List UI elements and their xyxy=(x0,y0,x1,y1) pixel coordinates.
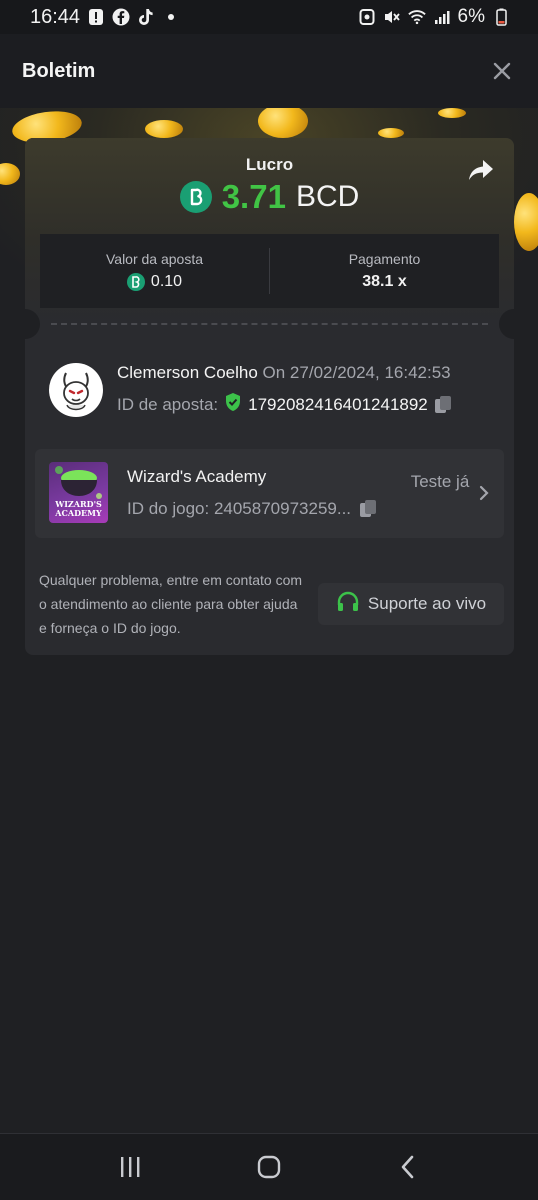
avatar[interactable] xyxy=(49,363,103,417)
copy-icon[interactable] xyxy=(434,395,452,415)
bet-date: On 27/02/2024, 16:42:53 xyxy=(262,363,451,382)
bcd-coin-icon xyxy=(179,181,212,213)
chevron-right-icon[interactable] xyxy=(478,483,490,503)
profit-value: 3.71 xyxy=(221,178,286,215)
username[interactable]: Clemerson Coelho xyxy=(117,363,258,382)
copy-icon[interactable] xyxy=(359,499,377,519)
stake-label: Valor da aposta xyxy=(105,251,204,267)
profit-label: Lucro xyxy=(245,155,294,174)
game-row[interactable]: WIZARD'S ACADEMY Wizard's Academy ID do … xyxy=(35,449,504,538)
home-icon[interactable] xyxy=(249,1147,289,1187)
stake-stat: Valor da aposta 0.10 xyxy=(40,234,269,308)
stake-value-row: 0.10 xyxy=(126,273,183,291)
bet-id-label: ID de aposta: xyxy=(117,394,219,414)
game-id-line: ID do jogo: 2405870973259... xyxy=(127,499,377,519)
coin-decoration xyxy=(378,128,404,138)
share-icon[interactable] xyxy=(468,158,494,182)
try-now-button[interactable]: Teste já xyxy=(410,471,470,492)
back-icon[interactable] xyxy=(388,1147,428,1187)
screenshot-icon xyxy=(358,8,376,26)
battery-icon xyxy=(492,8,510,26)
headset-icon xyxy=(336,591,360,618)
coin-decoration xyxy=(145,120,183,138)
status-time: 16:44 xyxy=(30,5,81,28)
payout-value: 38.1 x xyxy=(362,273,407,290)
bet-slip-card: Lucro 3.71 BCD Valor da aposta 0.10 Paga… xyxy=(25,138,514,655)
recent-apps-icon[interactable] xyxy=(110,1147,150,1187)
support-label: Suporte ao vivo xyxy=(367,594,487,613)
modal-title: Boletim xyxy=(22,59,96,82)
dot-icon xyxy=(162,8,180,26)
user-row: Clemerson Coelho On 27/02/2024, 16:42:53… xyxy=(49,363,452,417)
payout-label: Pagamento xyxy=(348,251,421,267)
alert-icon xyxy=(87,8,105,26)
wifi-icon xyxy=(407,8,426,26)
bcd-coin-icon xyxy=(126,273,145,291)
help-text: Qualquer problema, entre em contato com … xyxy=(39,572,303,636)
mute-icon xyxy=(383,8,401,26)
game-name: Wizard's Academy xyxy=(127,467,267,486)
verified-shield-icon xyxy=(224,392,242,417)
coin-decoration xyxy=(0,163,20,185)
facebook-icon xyxy=(112,8,130,26)
coin-decoration xyxy=(514,193,538,251)
user-line: Clemerson Coelho On 27/02/2024, 16:42:53 xyxy=(117,363,452,383)
game-thumb-text: WIZARD'S ACADEMY xyxy=(55,499,102,518)
profit-row: 3.71 BCD xyxy=(25,178,514,216)
game-id: ID do jogo: 2405870973259... xyxy=(127,499,352,518)
bunny-avatar-icon xyxy=(63,372,89,411)
bet-stats: Valor da aposta 0.10 Pagamento 38.1 x xyxy=(40,234,499,308)
user-info: Clemerson Coelho On 27/02/2024, 16:42:53… xyxy=(117,363,452,417)
profit-section: Lucro 3.71 BCD Valor da aposta 0.10 Paga… xyxy=(25,138,514,323)
coin-decoration xyxy=(438,108,466,118)
status-bar-right: 6% xyxy=(358,6,510,28)
status-bar: 16:44 6% xyxy=(0,0,538,34)
game-thumbnail: WIZARD'S ACADEMY xyxy=(49,462,108,523)
battery-percent: 6% xyxy=(457,6,485,27)
ticket-divider xyxy=(51,323,488,325)
bet-id-line: ID de aposta: 1792082416401241892 xyxy=(117,392,452,417)
live-support-button[interactable]: Suporte ao vivo xyxy=(318,583,504,625)
bet-id: 1792082416401241892 xyxy=(248,394,428,414)
stake-value: 0.10 xyxy=(150,273,183,290)
tiktok-icon xyxy=(137,8,155,26)
profit-currency: BCD xyxy=(295,180,360,213)
coin-decoration xyxy=(258,108,308,138)
signal-icon xyxy=(433,8,451,26)
system-nav-bar xyxy=(0,1133,538,1200)
modal-header: Boletim xyxy=(0,34,538,108)
close-icon[interactable] xyxy=(490,59,514,83)
status-bar-left: 16:44 xyxy=(30,6,180,29)
payout-stat: Pagamento 38.1 x xyxy=(270,234,499,308)
